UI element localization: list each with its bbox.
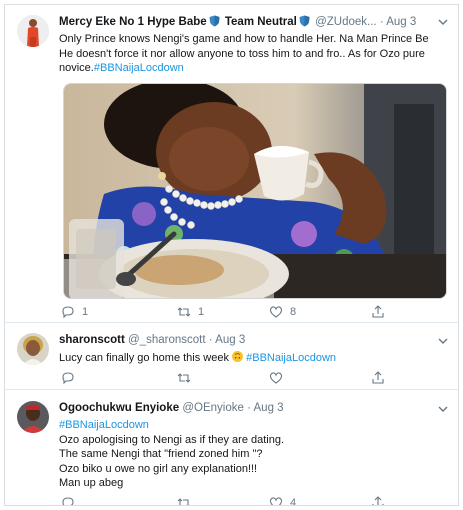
tweet-photo[interactable] — [63, 83, 447, 299]
separator-dot: · — [247, 402, 251, 414]
like-button[interactable] — [269, 371, 290, 385]
hashtag-link[interactable]: #BBNaijaLocdown — [246, 352, 336, 364]
tweet-text-line: Only Prince knows Nengi's game and how t… — [59, 33, 429, 45]
share-button[interactable] — [371, 305, 385, 319]
tweet-actions — [61, 371, 451, 387]
reply-button[interactable] — [61, 496, 75, 505]
user-handle[interactable]: @_sharonscott — [128, 334, 206, 346]
reply-button[interactable] — [61, 371, 82, 385]
avatar-image — [17, 15, 49, 47]
hashtag-link[interactable]: #BBNaijaLocdown — [59, 418, 454, 433]
reply-button[interactable]: 1 — [61, 305, 88, 319]
shield-icon — [209, 15, 220, 30]
display-name-suffix[interactable]: Team Neutral — [225, 16, 297, 28]
display-name[interactable]: Mercy Eke No 1 Hype Babe — [59, 16, 207, 28]
separator-dot: · — [208, 334, 213, 346]
tweet-text-line: The same Nengi that "friend zoned him "? — [59, 448, 263, 460]
display-name[interactable]: Ogoochukwu Enyioke — [59, 402, 179, 414]
tweet-actions: 4 — [61, 496, 451, 506]
like-count: 4 — [290, 497, 297, 506]
like-count: 8 — [290, 306, 297, 318]
display-name[interactable]: sharonscott — [59, 334, 125, 346]
photo-girl-drinking-cup-icon — [64, 84, 446, 298]
retweet-button[interactable] — [177, 496, 191, 505]
share-button[interactable] — [371, 371, 385, 385]
retweet-icon — [177, 373, 191, 383]
heart-icon — [269, 497, 283, 505]
tweet-text: Only Prince knows Nengi's game and how t… — [59, 32, 454, 76]
avatar-image — [17, 401, 49, 433]
tweet-mercy-eke[interactable]: Mercy Eke No 1 Hype Babe Team Neutral @Z… — [5, 5, 458, 323]
reply-icon — [62, 306, 74, 319]
share-icon — [372, 305, 384, 318]
hashtag-link[interactable]: #BBNaijaLocdown — [94, 62, 184, 74]
tweet-text-line: He doesn't force it nor allow anyone to … — [59, 47, 425, 60]
chevron-down-icon[interactable] — [437, 16, 449, 28]
avatar[interactable] — [17, 401, 49, 433]
tweet-sharonscott[interactable]: sharonscott @_sharonscott · Aug 3 Lucy c… — [5, 323, 458, 390]
avatar[interactable] — [17, 15, 49, 47]
timestamp[interactable]: Aug 3 — [215, 334, 245, 346]
retweet-icon — [177, 498, 190, 505]
chevron-down-icon[interactable] — [437, 403, 449, 415]
heart-icon — [269, 372, 283, 384]
avatar[interactable] — [17, 333, 49, 365]
shield-icon — [299, 15, 310, 30]
timestamp[interactable]: Aug 3 — [386, 16, 416, 28]
heart-icon — [269, 306, 283, 318]
retweet-icon — [177, 307, 191, 317]
tweet-text: #BBNaijaLocdown Ozo apologising to Nengi… — [59, 418, 454, 491]
tweet-header: Mercy Eke No 1 Hype Babe Team Neutral @Z… — [59, 15, 429, 30]
avatar-image — [17, 333, 49, 365]
tweet-text-line: novice. — [59, 62, 94, 74]
chevron-down-icon[interactable] — [437, 335, 449, 347]
share-icon — [372, 496, 384, 505]
share-button[interactable] — [371, 496, 385, 505]
reply-icon — [62, 372, 74, 385]
tweet-actions: 1 1 8 — [61, 305, 451, 321]
reply-icon — [62, 497, 74, 505]
like-button[interactable]: 8 — [269, 305, 296, 319]
user-handle[interactable]: @OEnyioke — [182, 402, 244, 414]
tweet-text: Lucy can finally go home this week #BBNa… — [59, 351, 454, 366]
separator-dot: · — [379, 16, 384, 28]
tweet-header: Ogoochukwu Enyioke @OEnyioke · Aug 3 — [59, 402, 429, 414]
tweet-header: sharonscott @_sharonscott · Aug 3 — [59, 334, 429, 346]
timestamp[interactable]: Aug 3 — [254, 402, 284, 414]
share-icon — [372, 371, 384, 384]
tweet-text-line: Ozo apologising to Nengi as if they are … — [59, 433, 285, 446]
user-handle[interactable]: @ZUdoek... — [315, 16, 377, 28]
upside-down-face-emoji-icon — [232, 351, 244, 362]
tweet-ogoochukwu[interactable]: Ogoochukwu Enyioke @OEnyioke · Aug 3 #BB… — [5, 390, 458, 506]
tweet-text-line: Man up abeg — [59, 477, 124, 489]
tweet-text-content: Lucy can finally go home this week — [59, 352, 229, 364]
retweet-button[interactable]: 1 — [177, 305, 204, 319]
retweet-count: 1 — [198, 306, 205, 318]
tweet-text-line: Ozo biko u owe no girl any explanation!!… — [59, 462, 258, 475]
timeline: Mercy Eke No 1 Hype Babe Team Neutral @Z… — [4, 4, 459, 506]
reply-count: 1 — [82, 306, 89, 318]
like-button[interactable]: 4 — [269, 496, 297, 506]
retweet-button[interactable] — [177, 371, 198, 385]
